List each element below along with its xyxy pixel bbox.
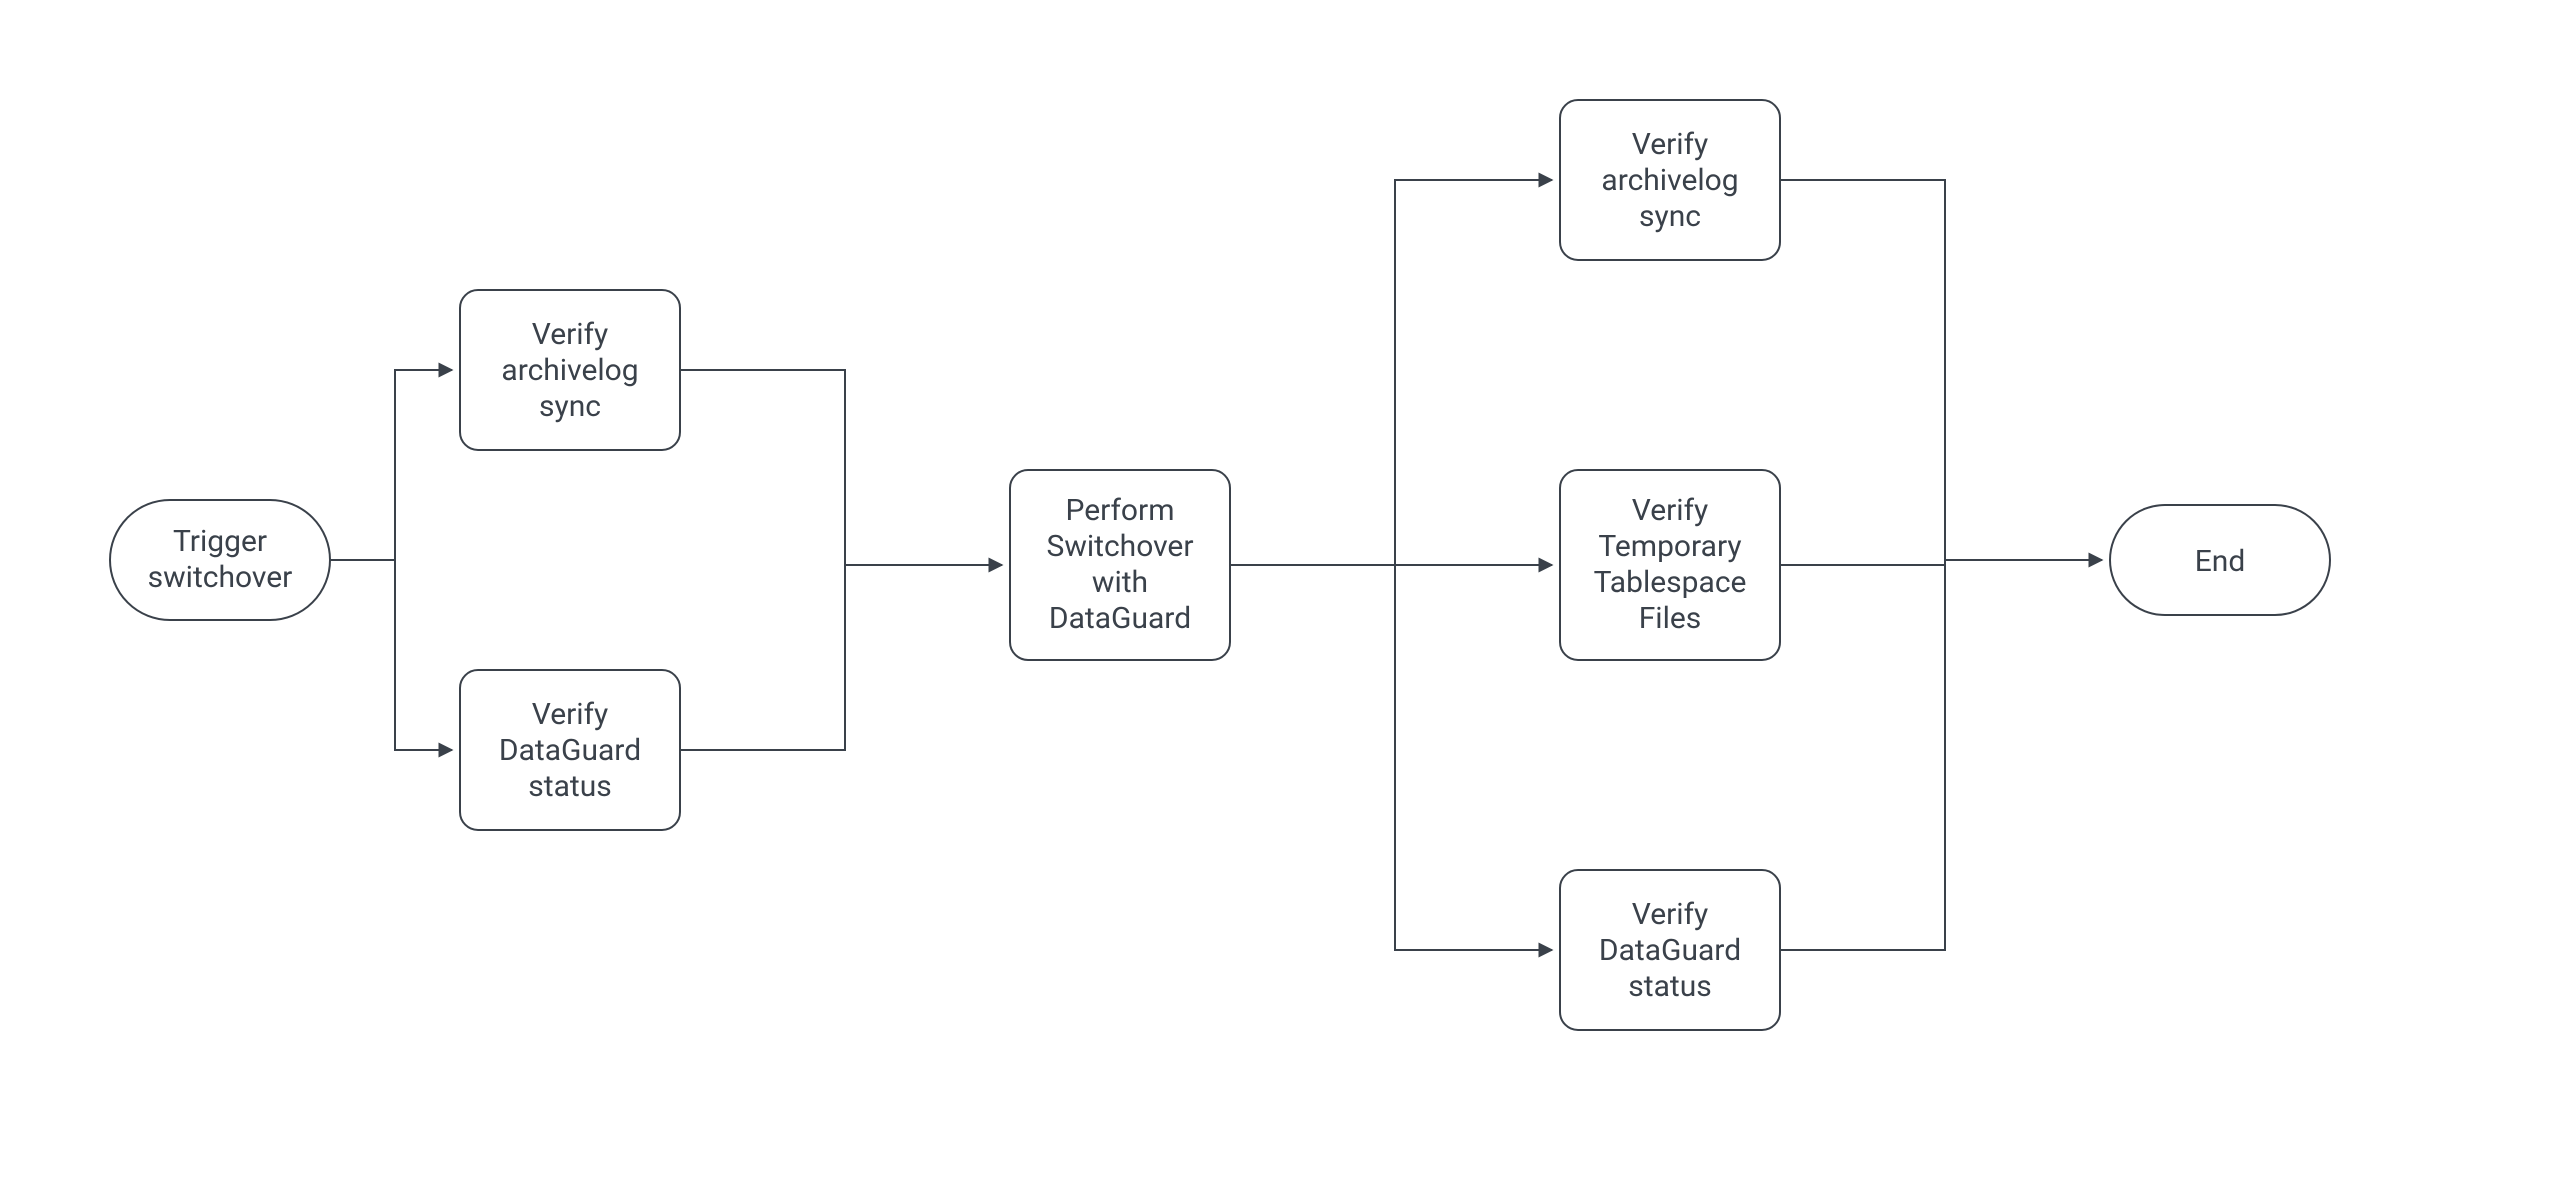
- node-post-verify-temp-tablespace: Verify Temporary Tablespace Files: [1560, 470, 1780, 660]
- node-label: Tablespace: [1594, 565, 1747, 600]
- node-label: Verify: [1632, 127, 1708, 162]
- node-label: sync: [539, 389, 601, 424]
- node-label: archivelog: [501, 353, 638, 388]
- node-trigger-switchover: Trigger switchover: [110, 500, 330, 620]
- connector-trigger-to-pre-dataguard: [330, 560, 452, 750]
- connector-pre-dataguard-to-perform: [680, 565, 845, 750]
- node-label: Verify: [532, 317, 608, 352]
- connector-trigger-to-pre-archivelog: [330, 370, 452, 560]
- connector-post-archivelog-to-end: [1780, 180, 1945, 560]
- node-pre-verify-archivelog: Verify archivelog sync: [460, 290, 680, 450]
- node-pre-verify-dataguard: Verify DataGuard status: [460, 670, 680, 830]
- node-label: Switchover: [1047, 529, 1194, 564]
- connector-perform-to-post-archivelog: [1230, 180, 1552, 565]
- node-label: status: [1628, 969, 1711, 1004]
- node-label: archivelog: [1601, 163, 1738, 198]
- node-end: End: [2110, 505, 2330, 615]
- connector-post-dataguard-to-end: [1780, 560, 1945, 950]
- node-perform-switchover: Perform Switchover with DataGuard: [1010, 470, 1230, 660]
- node-label: Verify: [1632, 897, 1708, 932]
- connector-pre-archivelog-to-perform: [680, 370, 845, 565]
- node-label: Verify: [1632, 493, 1708, 528]
- node-post-verify-archivelog: Verify archivelog sync: [1560, 100, 1780, 260]
- connector-perform-to-post-dataguard: [1230, 565, 1552, 950]
- node-label: with: [1092, 565, 1148, 600]
- node-label: Temporary: [1598, 529, 1741, 564]
- node-label: End: [2195, 544, 2246, 579]
- node-label: Trigger: [173, 524, 267, 559]
- node-label: Perform: [1065, 493, 1174, 528]
- node-label: DataGuard: [499, 733, 641, 768]
- flowchart-canvas: Trigger switchover Verify archivelog syn…: [0, 0, 2550, 1200]
- node-label: DataGuard: [1599, 933, 1741, 968]
- node-label: Files: [1639, 601, 1702, 636]
- node-label: status: [528, 769, 611, 804]
- node-label: sync: [1639, 199, 1701, 234]
- node-label: Verify: [532, 697, 608, 732]
- node-post-verify-dataguard: Verify DataGuard status: [1560, 870, 1780, 1030]
- node-label: DataGuard: [1049, 601, 1191, 636]
- node-label: switchover: [148, 560, 293, 595]
